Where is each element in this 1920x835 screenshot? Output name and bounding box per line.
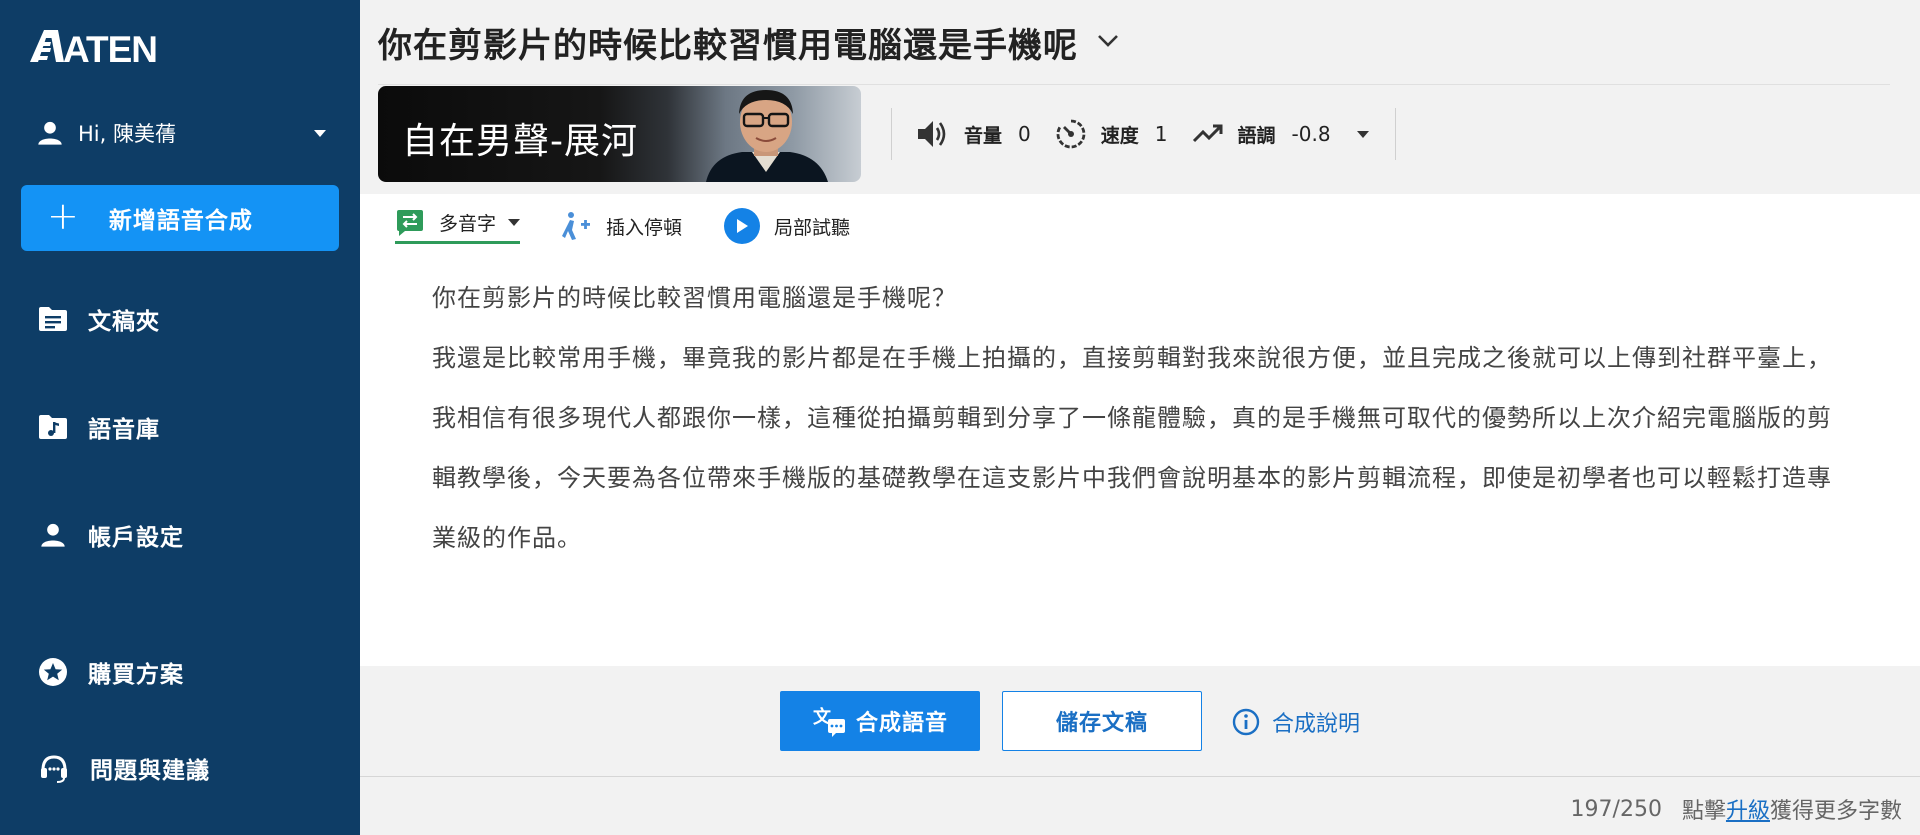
headset-icon — [38, 752, 70, 784]
voice-controls: 音量 0 速度 1 語調 -0.8 — [891, 108, 1396, 160]
insert-pause-label: 插入停頓 — [606, 216, 683, 239]
sidebar-item-label: 購買方案 — [88, 662, 184, 688]
volume-icon — [916, 118, 950, 150]
partial-preview-label: 局部試聽 — [774, 216, 851, 239]
plus-icon: + — [47, 194, 79, 238]
speed-value: 1 — [1154, 122, 1168, 146]
caret-down-icon — [508, 219, 521, 226]
user-greeting: Hi, 陳美蒨 — [78, 122, 176, 146]
editor-toolbar: 多音字 插入停頓 局部試聽 — [395, 203, 892, 249]
script-text[interactable]: 你在剪影片的時候比較習慣用電腦還是手機呢？ 我還是比較常用手機，畢竟我的影片都是… — [432, 268, 1852, 568]
sidebar-item-voice-library[interactable]: 語音庫 — [38, 410, 160, 444]
synthesis-help-label: 合成說明 — [1272, 712, 1361, 737]
synthesize-button[interactable]: 文 合成語音 — [780, 691, 980, 751]
speed-label: 速度 — [1100, 124, 1139, 147]
insert-pause-icon — [562, 210, 592, 242]
info-icon — [1232, 708, 1260, 736]
speed-control[interactable]: 速度 1 — [1055, 118, 1168, 150]
sidebar: ATEN Hi, 陳美蒨 + 新增語音合成 文稿夾 語音庫 帳戶設定 購買方案 … — [0, 0, 360, 835]
speedometer-icon — [1055, 118, 1087, 150]
user-icon — [38, 521, 68, 549]
trending-up-icon — [1192, 123, 1224, 145]
polyphone-label: 多音字 — [439, 213, 497, 235]
synthesis-help-link[interactable]: 合成說明 — [1232, 706, 1360, 738]
caret-down-icon[interactable] — [1356, 130, 1369, 138]
new-synthesis-label: 新增語音合成 — [108, 208, 253, 234]
folder-music-icon — [38, 414, 68, 440]
paragraph[interactable]: 我相信有很多現代人都跟你一樣，這種從拍攝剪輯到分享了一條龍體驗，真的是手機無可取… — [432, 388, 1852, 568]
chevron-down-icon[interactable] — [1096, 33, 1120, 53]
save-draft-button[interactable]: 儲存文稿 — [1002, 691, 1202, 751]
new-synthesis-button[interactable]: + 新增語音合成 — [21, 185, 339, 251]
pitch-value: -0.8 — [1291, 122, 1331, 146]
paragraph[interactable]: 你在剪影片的時候比較習慣用電腦還是手機呢？ — [432, 268, 1852, 328]
volume-value: 0 — [1018, 122, 1031, 146]
synthesize-label: 合成語音 — [855, 711, 948, 736]
play-icon — [724, 208, 761, 244]
pitch-control[interactable]: 語調 -0.8 — [1192, 121, 1331, 148]
svg-text:ATEN: ATEN — [63, 29, 157, 66]
sidebar-item-feedback[interactable]: 問題與建議 — [38, 751, 210, 785]
document-title[interactable]: 你在剪影片的時候比較習慣用電腦還是手機呢 — [378, 18, 1078, 67]
upgrade-prefix: 點擊 — [1681, 799, 1726, 824]
partial-preview-button[interactable]: 局部試聽 — [724, 208, 850, 244]
polyphone-icon — [395, 209, 425, 237]
character-count: 197/250 — [1570, 796, 1662, 822]
pitch-label: 語調 — [1237, 124, 1276, 147]
folder-document-icon — [38, 306, 68, 332]
divider — [891, 108, 892, 160]
action-bar: 文 合成語音 儲存文稿 合成說明 — [360, 666, 1920, 776]
divider — [378, 84, 1890, 85]
aten-logo[interactable]: ATEN — [30, 26, 162, 70]
upgrade-suffix: 獲得更多字數 — [1769, 799, 1902, 824]
insert-pause-button[interactable]: 插入停頓 — [562, 210, 682, 242]
volume-control[interactable]: 音量 0 — [916, 118, 1031, 150]
document-title-row[interactable]: 你在剪影片的時候比較習慣用電腦還是手機呢 — [378, 18, 1120, 67]
sidebar-item-label: 帳戶設定 — [88, 525, 184, 551]
sidebar-item-account-settings[interactable]: 帳戶設定 — [38, 518, 184, 552]
sidebar-item-documents[interactable]: 文稿夾 — [38, 302, 160, 336]
voice-selector-card[interactable]: 自在男聲-展河 — [378, 86, 861, 182]
caret-down-icon — [314, 129, 326, 137]
polyphone-dropdown[interactable]: 多音字 — [395, 209, 521, 244]
divider — [360, 776, 1920, 777]
voice-avatar-image — [706, 90, 828, 182]
star-circle-icon — [38, 657, 68, 687]
translate-icon: 文 — [812, 705, 846, 737]
main-area: 你在剪影片的時候比較習慣用電腦還是手機呢 自在男聲-展河 音量 0 速度 1 語… — [360, 0, 1920, 835]
divider — [1394, 108, 1396, 160]
sidebar-item-label: 文稿夾 — [88, 309, 160, 335]
volume-label: 音量 — [964, 124, 1003, 147]
user-menu[interactable]: Hi, 陳美蒨 — [36, 113, 330, 153]
voice-name: 自在男聲-展河 — [402, 121, 638, 162]
user-icon — [36, 119, 64, 147]
sidebar-item-label: 問題與建議 — [90, 758, 210, 784]
sidebar-item-purchase-plans[interactable]: 購買方案 — [38, 655, 184, 689]
footer-status: 197/250 點擊 升級 獲得更多字數 — [1571, 793, 1902, 825]
upgrade-link[interactable]: 升級 — [1726, 793, 1770, 825]
sidebar-item-label: 語音庫 — [88, 417, 160, 443]
text-editor[interactable]: 多音字 插入停頓 局部試聽 你在剪影片的時候比較習慣用電腦還是手機呢？ 我還是比… — [360, 194, 1920, 666]
paragraph[interactable]: 我還是比較常用手機，畢竟我的影片都是在手機上拍攝的，直接剪輯對我來說很方便，並且… — [432, 328, 1852, 388]
